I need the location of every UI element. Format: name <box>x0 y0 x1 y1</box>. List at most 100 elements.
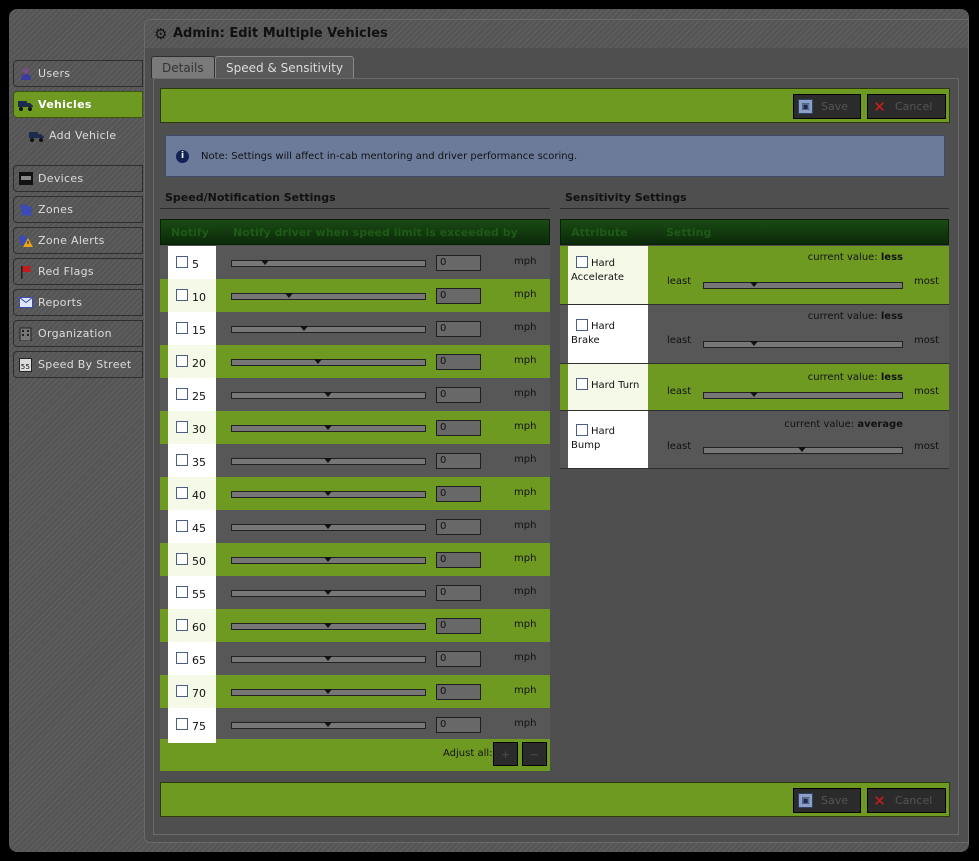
threshold-input[interactable]: 0 <box>436 453 481 469</box>
table-row: 45 0 mph <box>160 510 550 543</box>
threshold-input[interactable]: 0 <box>436 354 481 370</box>
current-value: current value: less <box>808 311 903 322</box>
speed-value: 30 <box>192 423 206 436</box>
table-row: 60 0 mph <box>160 609 550 642</box>
speed-slider[interactable] <box>231 590 426 597</box>
speed-slider[interactable] <box>231 326 426 333</box>
column-header-attribute: Attribute <box>571 225 628 239</box>
speed-slider[interactable] <box>231 491 426 498</box>
attribute-checkbox[interactable] <box>576 378 588 390</box>
sensitivity-slider[interactable] <box>703 341 903 348</box>
slider-thumb[interactable] <box>750 392 758 397</box>
least-label: least <box>667 276 692 287</box>
notify-checkbox[interactable] <box>176 553 188 565</box>
notify-checkbox[interactable] <box>176 586 188 598</box>
slider-thumb[interactable] <box>323 590 332 595</box>
notify-checkbox[interactable] <box>176 487 188 499</box>
slider-thumb[interactable] <box>323 392 332 397</box>
threshold-input[interactable]: 0 <box>436 618 481 634</box>
attribute-label-line2: Accelerate <box>571 272 625 283</box>
current-value-label: current value: <box>784 419 855 430</box>
speed-slider[interactable] <box>231 722 426 729</box>
slider-thumb[interactable] <box>323 491 332 496</box>
slider-thumb[interactable] <box>313 359 322 364</box>
attribute-checkbox[interactable] <box>576 424 588 436</box>
threshold-input[interactable]: 0 <box>436 552 481 568</box>
unit-label: mph <box>514 289 537 300</box>
minus-icon: − <box>529 747 540 761</box>
speed-slider[interactable] <box>231 392 426 399</box>
slider-thumb[interactable] <box>750 341 758 346</box>
slider-thumb[interactable] <box>300 326 309 331</box>
table-row: 15 0 mph <box>160 312 550 345</box>
adjust-decrease-button[interactable]: − <box>522 742 547 766</box>
notify-checkbox[interactable] <box>176 454 188 466</box>
speed-slider[interactable] <box>231 524 426 531</box>
threshold-input[interactable]: 0 <box>436 651 481 667</box>
save-button[interactable]: ▣ Save <box>793 94 861 119</box>
speed-slider[interactable] <box>231 359 426 366</box>
threshold-input[interactable]: 0 <box>436 321 481 337</box>
notify-checkbox[interactable] <box>176 652 188 664</box>
speed-slider[interactable] <box>231 656 426 663</box>
notify-checkbox[interactable] <box>176 520 188 532</box>
sensitivity-slider[interactable] <box>703 392 903 399</box>
speed-slider[interactable] <box>231 689 426 696</box>
sensitivity-slider[interactable] <box>703 447 903 454</box>
speed-slider[interactable] <box>231 293 426 300</box>
current-value: current value: less <box>808 372 903 383</box>
column-header-notify-driver: Notify driver when speed limit is exceed… <box>233 225 518 239</box>
speed-slider[interactable] <box>231 557 426 564</box>
threshold-input[interactable]: 0 <box>436 717 481 733</box>
slider-thumb[interactable] <box>798 447 806 452</box>
slider-thumb[interactable] <box>323 458 332 463</box>
adjust-increase-button[interactable]: + <box>493 742 518 766</box>
notify-checkbox[interactable] <box>176 388 188 400</box>
notify-checkbox[interactable] <box>176 421 188 433</box>
notify-checkbox[interactable] <box>176 619 188 631</box>
threshold-input[interactable]: 0 <box>436 288 481 304</box>
threshold-input[interactable]: 0 <box>436 684 481 700</box>
notify-checkbox[interactable] <box>176 355 188 367</box>
threshold-input[interactable]: 0 <box>436 255 481 271</box>
note-text: Note: Settings will affect in-cab mentor… <box>201 150 578 162</box>
slider-thumb[interactable] <box>323 623 332 628</box>
notify-checkbox[interactable] <box>176 289 188 301</box>
notify-checkbox[interactable] <box>176 256 188 268</box>
threshold-input[interactable]: 0 <box>436 585 481 601</box>
slider-thumb[interactable] <box>323 689 332 694</box>
cancel-button[interactable]: ✕ Cancel <box>867 94 946 119</box>
attribute-checkbox[interactable] <box>576 319 588 331</box>
threshold-input[interactable]: 0 <box>436 519 481 535</box>
save-button[interactable]: ▣ Save <box>793 788 861 813</box>
threshold-input[interactable]: 0 <box>436 420 481 436</box>
table-row: 30 0 mph <box>160 411 550 444</box>
unit-label: mph <box>514 685 537 696</box>
threshold-input[interactable]: 0 <box>436 486 481 502</box>
speed-slider[interactable] <box>231 425 426 432</box>
slider-thumb[interactable] <box>323 557 332 562</box>
cancel-label: Cancel <box>895 100 933 113</box>
save-icon: ▣ <box>798 99 813 114</box>
attribute-checkbox[interactable] <box>576 256 588 268</box>
slider-thumb[interactable] <box>323 656 332 661</box>
speed-slider[interactable] <box>231 623 426 630</box>
speed-slider[interactable] <box>231 260 426 267</box>
notify-checkbox[interactable] <box>176 718 188 730</box>
threshold-input[interactable]: 0 <box>436 387 481 403</box>
notify-checkbox[interactable] <box>176 685 188 697</box>
sensitivity-slider[interactable] <box>703 282 903 289</box>
cancel-button[interactable]: ✕ Cancel <box>867 788 946 813</box>
current-value-label: current value: <box>807 311 878 322</box>
table-row: 10 0 mph <box>160 279 550 312</box>
notify-checkbox[interactable] <box>176 322 188 334</box>
slider-thumb[interactable] <box>261 260 270 265</box>
slider-thumb[interactable] <box>323 425 332 430</box>
close-icon: ✕ <box>873 791 886 810</box>
slider-thumb[interactable] <box>323 524 332 529</box>
slider-thumb[interactable] <box>750 282 758 287</box>
speed-slider[interactable] <box>231 458 426 465</box>
slider-thumb[interactable] <box>323 722 332 727</box>
save-icon: ▣ <box>798 793 813 808</box>
slider-thumb[interactable] <box>284 293 293 298</box>
